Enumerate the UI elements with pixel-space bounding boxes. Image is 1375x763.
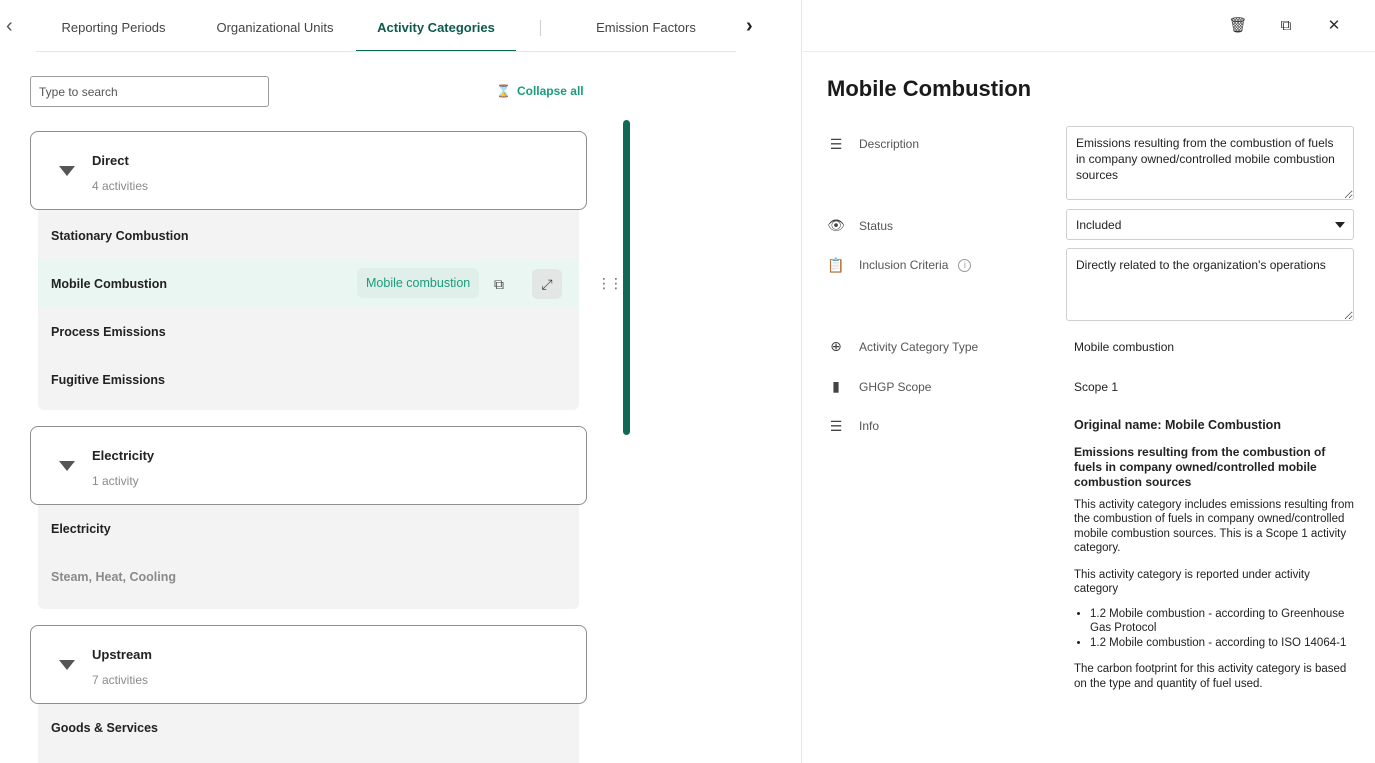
description-field[interactable]: Emissions resulting from the combustion … (1066, 126, 1354, 200)
list-item-label: Stationary Combustion (51, 229, 189, 243)
collapse-icon: ⌛ (496, 84, 511, 98)
inclusion-criteria-field[interactable]: Directly related to the organization's o… (1066, 248, 1354, 321)
info-bullet: 1.2 Mobile combustion - according to ISO… (1090, 636, 1356, 651)
caret-down-icon[interactable] (59, 166, 75, 176)
caret-down-icon[interactable] (59, 461, 75, 471)
list-item[interactable]: Steam, Heat, Cooling (38, 553, 579, 601)
list-item[interactable]: Fugitive Emissions (38, 356, 579, 404)
info-paragraph: This activity category is reported under… (1074, 568, 1310, 596)
group-items-electricity: Electricity Steam, Heat, Cooling (38, 505, 579, 609)
close-icon[interactable]: ✕ (1323, 15, 1345, 37)
group-items-upstream: Goods & Services (38, 704, 579, 763)
group-header-electricity[interactable]: Electricity 1 activity (30, 426, 587, 505)
list-item[interactable]: Process Emissions (38, 308, 579, 356)
tab-emission-factors[interactable]: Emission Factors (566, 0, 726, 52)
detail-toolbar: 🗑 ⧉ ✕ (803, 0, 1375, 52)
group-count: 7 activities (92, 673, 149, 687)
tab-reporting-periods[interactable]: Reporting Periods (36, 0, 191, 52)
list-item-label: Fugitive Emissions (51, 373, 165, 387)
text-lines-icon: ☰ (829, 136, 843, 152)
group-header-upstream[interactable]: Upstream 7 activities (30, 625, 587, 704)
chevron-left-icon[interactable]: ‹ (6, 16, 26, 38)
inclusion-criteria-label-text: Inclusion Criteria (859, 258, 949, 272)
plus-circle-icon: ⊕ (830, 338, 842, 354)
group-header-direct[interactable]: Direct 4 activities (30, 131, 587, 210)
info-bullet-list: 1.2 Mobile combustion - according to Gre… (1090, 607, 1356, 651)
clipboard-check-icon: 📋 (827, 257, 845, 273)
list-item-label: Process Emissions (51, 325, 166, 339)
inclusion-criteria-label: Inclusion Criteria i (859, 258, 972, 273)
trash-icon[interactable]: 🗑 (1227, 15, 1249, 37)
info-label: Info (859, 419, 880, 433)
tab-activity-categories[interactable]: Activity Categories (356, 0, 516, 52)
group-count: 4 activities (92, 179, 149, 193)
list-item-label: Goods & Services (51, 721, 158, 735)
status-select[interactable]: Included (1066, 209, 1354, 240)
activity-category-type-label: Activity Category Type (859, 340, 979, 354)
list-item-selected[interactable]: Mobile Combustion Mobile combustion ⧉ ⤢ (38, 260, 579, 308)
collapse-all-button[interactable]: ⌛ Collapse all (496, 84, 584, 98)
list-item[interactable]: Electricity (38, 505, 579, 553)
group-count: 1 activity (92, 474, 139, 488)
copy-icon[interactable]: ⧉ (1275, 15, 1297, 37)
caret-down-icon[interactable] (59, 660, 75, 670)
copy-icon[interactable]: ⧉ (484, 269, 514, 299)
drag-handle-icon[interactable]: ⋮⋮ (597, 275, 623, 292)
tab-separator (540, 20, 541, 36)
detail-panel: 🗑 ⧉ ✕ Mobile Combustion ☰ Description Em… (803, 0, 1375, 763)
status-label: Status (859, 219, 894, 233)
ghgp-scope-value: Scope 1 (1074, 380, 1119, 394)
caret-down-icon (1335, 222, 1345, 228)
ghgp-scope-label: GHGP Scope (859, 380, 932, 394)
list-item-label: Mobile Combustion (51, 277, 167, 291)
group-name: Electricity (92, 448, 155, 463)
info-content: Original name: Mobile Combustion Emissio… (1074, 418, 1356, 703)
tab-divider (36, 51, 736, 52)
list-item-label: Steam, Heat, Cooling (51, 570, 177, 584)
scrollbar-thumb[interactable] (623, 120, 630, 435)
info-paragraph: The carbon footprint for this activity c… (1074, 663, 1347, 690)
group-name: Direct (92, 153, 129, 168)
book-icon: ▮ (832, 378, 840, 394)
text-lines-icon: ☰ (829, 418, 843, 434)
tab-organizational-units[interactable]: Organizational Units (196, 0, 354, 52)
activity-category-type-value: Mobile combustion (1074, 340, 1175, 354)
list-item[interactable]: Goods & Services (38, 704, 579, 752)
eye-icon: 👁 (827, 217, 845, 233)
status-value: Included (1076, 218, 1122, 232)
info-heading: Emissions resulting from the combustion … (1074, 444, 1326, 489)
tab-bar: ‹ Reporting Periods Organizational Units… (0, 0, 770, 52)
list-item-label: Electricity (51, 522, 111, 536)
description-label: Description (859, 137, 920, 151)
info-original-name: Original name: Mobile Combustion (1074, 418, 1281, 432)
info-paragraph: This activity category includes emission… (1074, 498, 1354, 555)
chevron-right-icon[interactable]: › (746, 16, 766, 38)
detail-title: Mobile Combustion (827, 76, 1032, 101)
category-type-chip: Mobile combustion (357, 268, 480, 298)
expand-icon[interactable]: ⤢ (532, 269, 562, 299)
search-input[interactable] (30, 76, 269, 107)
info-bullet: 1.2 Mobile combustion - according to Gre… (1090, 607, 1356, 636)
activity-categories-panel: ‹ Reporting Periods Organizational Units… (0, 0, 802, 763)
list-item[interactable]: Stationary Combustion (38, 212, 579, 260)
group-items-direct: Stationary Combustion Mobile Combustion … (38, 210, 579, 410)
group-name: Upstream (92, 647, 152, 662)
collapse-all-label: Collapse all (516, 84, 584, 98)
info-icon[interactable]: i (958, 259, 972, 273)
